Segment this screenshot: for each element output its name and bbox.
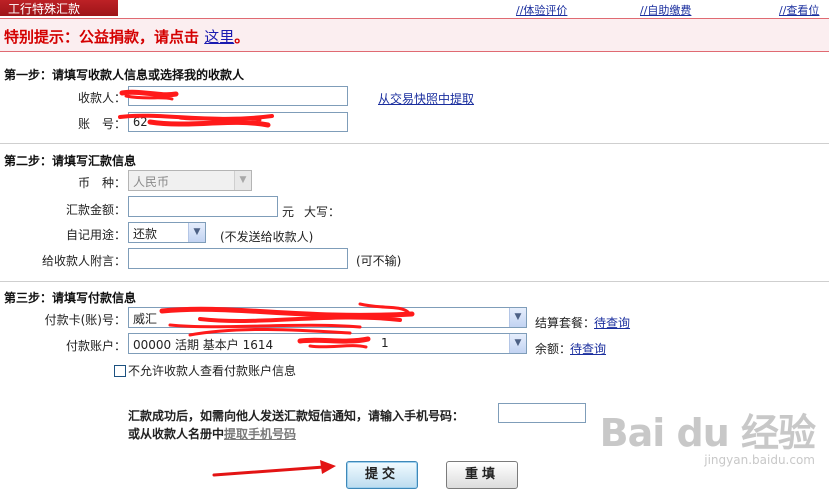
card-label: 付款卡(账)号：	[44, 313, 126, 327]
sms-extract-text: 或从收款人名册中提取手机号码	[128, 427, 297, 441]
account-label: 账 号：	[77, 117, 126, 131]
baidu-logo: Bai du 经验	[599, 411, 816, 455]
view-link[interactable]: //查看位	[779, 2, 819, 18]
amount-unit: 元	[282, 205, 295, 219]
message-input[interactable]	[128, 248, 348, 269]
currency-label: 币 种：	[77, 176, 126, 190]
package-label: 结算套餐：	[535, 316, 596, 330]
submit-button[interactable]: 提交	[346, 461, 418, 489]
payee-input[interactable]	[128, 86, 348, 106]
snapshot-extract-link[interactable]: 从交易快照中提取	[378, 90, 474, 107]
extract-phone-link[interactable]: 提取手机号码	[224, 427, 296, 441]
baidu-watermark: Bai du 经验 jingyan.baidu.com	[599, 402, 816, 467]
amount-label: 汇款金额：	[65, 203, 126, 217]
purpose-label: 自记用途：	[65, 228, 126, 242]
page-tab[interactable]: 工行特殊汇款	[0, 0, 118, 16]
purpose-select[interactable]: 还款 ▼	[128, 222, 206, 243]
notice-text: 特别提示：公益捐款，请点击 这里。	[4, 28, 250, 46]
amount-input[interactable]	[128, 196, 278, 217]
payee-label: 收款人：	[77, 91, 126, 105]
charity-link[interactable]: 这里	[204, 28, 234, 46]
package-query-link[interactable]: 待查询	[594, 314, 630, 331]
annotation-arrow-icon	[212, 460, 336, 477]
divider	[0, 143, 829, 144]
top-bar: 工行特殊汇款 //体验评价 //自助缴费 //查看位	[0, 0, 829, 18]
deny-view-label: 不允许收款人查看付款账户信息	[128, 364, 297, 378]
chevron-down-icon[interactable]: ▼	[509, 334, 526, 353]
pay-account-label: 付款账户：	[65, 339, 126, 353]
balance-label: 余额：	[535, 342, 572, 356]
self-service-link[interactable]: //自助缴费	[640, 2, 691, 18]
message-label: 给收款人附言：	[41, 254, 126, 268]
balance-query-link[interactable]: 待查询	[570, 340, 606, 357]
feedback-link[interactable]: //体验评价	[516, 2, 567, 18]
currency-select: 人民币 ▼	[128, 170, 252, 191]
chevron-down-icon: ▼	[234, 171, 251, 190]
divider	[0, 281, 829, 282]
payment-card-select[interactable]: 威汇 ▼	[128, 307, 527, 328]
reset-button[interactable]: 重填	[446, 461, 518, 489]
deny-view-checkbox[interactable]	[114, 365, 126, 377]
step1-title: 第一步：请填写收款人信息或选择我的收款人	[4, 68, 245, 82]
chevron-down-icon[interactable]: ▼	[188, 223, 205, 242]
chevron-down-icon[interactable]: ▼	[509, 308, 526, 327]
payment-account-select[interactable]: 00000 活期 基本户 1614 1 ▼	[128, 333, 527, 354]
account-input[interactable]: 62	[128, 112, 348, 132]
purpose-note: (不发送给收款人)	[220, 230, 314, 244]
notice-bar: 特别提示：公益捐款，请点击 这里。	[0, 18, 829, 52]
sms-notice-text: 汇款成功后，如需向他人发送汇款短信通知，请输入手机号码：	[128, 409, 465, 423]
step2-title: 第二步：请填写汇款信息	[4, 154, 137, 168]
phone-input[interactable]	[498, 403, 586, 423]
step3-title: 第三步：请填写付款信息	[4, 291, 137, 305]
message-note: (可不输)	[356, 254, 402, 268]
uppercase-label: 大写：	[304, 205, 341, 219]
